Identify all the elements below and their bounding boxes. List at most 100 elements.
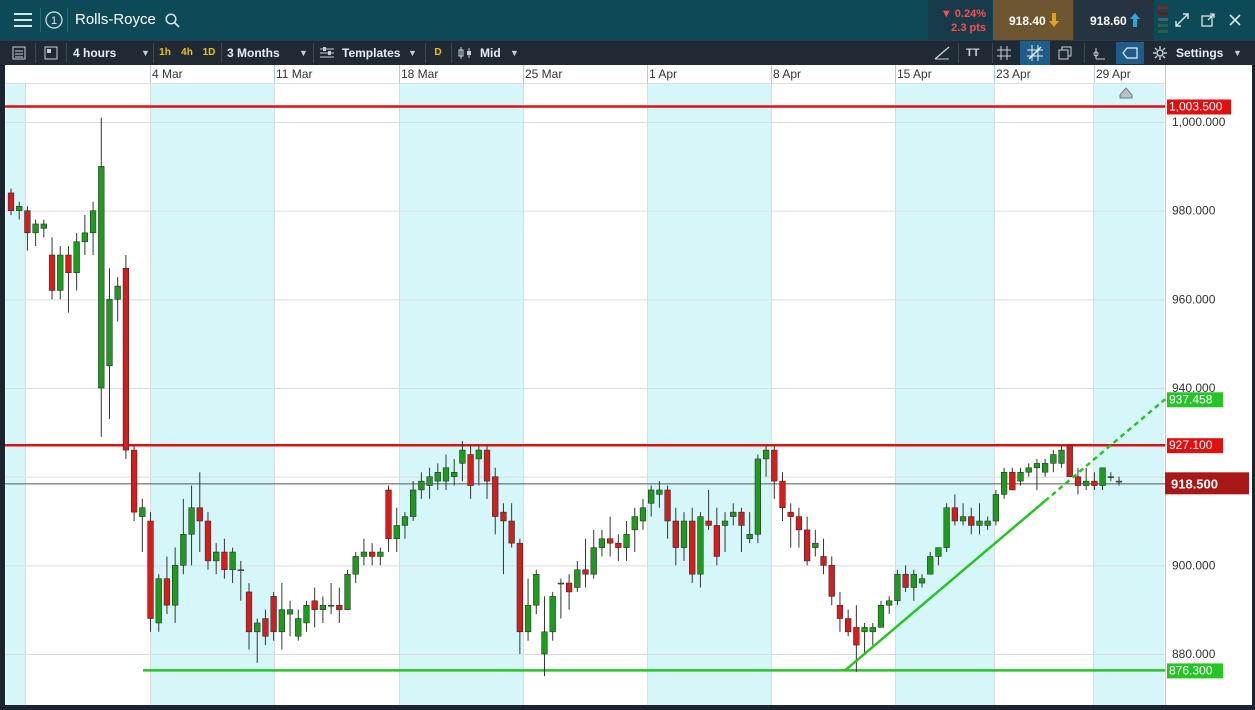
- crosshair-icon: [1027, 45, 1043, 61]
- candle-body: [303, 604, 310, 624]
- chart-toolbar: 4 hours ▼ 1h 4h 1D 3 Months ▼ Templates …: [0, 40, 1255, 66]
- candle-body: [1083, 480, 1090, 486]
- list-view-icon[interactable]: [12, 41, 30, 65]
- timeframe-1d-button[interactable]: 1D: [200, 44, 218, 62]
- candle-body: [344, 573, 351, 610]
- candle-body: [1009, 471, 1016, 491]
- info-icon[interactable]: 1: [44, 0, 64, 40]
- buy-price-button[interactable]: 918.60: [1074, 0, 1154, 40]
- candle-body: [434, 471, 441, 482]
- candle-body: [204, 520, 212, 562]
- range-dropdown[interactable]: 3 Months ▼: [227, 41, 312, 65]
- candle-body: [163, 578, 171, 606]
- candle-body: [57, 254, 64, 291]
- expand-icon[interactable]: [1172, 0, 1192, 40]
- candle-body: [910, 573, 917, 588]
- price-mode-value: Mid: [480, 46, 501, 60]
- candle-body: [623, 534, 630, 548]
- toolbar-divider: [451, 43, 452, 63]
- layout-icon[interactable]: [44, 41, 62, 65]
- candle-body: [65, 254, 72, 273]
- candle-body: [557, 582, 565, 585]
- candle-body: [902, 573, 909, 588]
- candle-body: [1107, 476, 1114, 478]
- candle-body: [689, 520, 696, 575]
- candle-body: [221, 551, 228, 571]
- settings-button[interactable]: Settings ▼: [1153, 41, 1248, 65]
- session-band: [6, 65, 25, 705]
- candle-body: [40, 223, 47, 229]
- templates-dropdown[interactable]: Templates ▼: [320, 41, 420, 65]
- candle-body: [886, 600, 893, 606]
- candle-body: [106, 299, 113, 367]
- y-tick-label: 960.000: [1172, 292, 1216, 306]
- toolbar-divider: [1084, 43, 1085, 63]
- header-divider: [40, 8, 41, 32]
- d-badge[interactable]: D: [431, 44, 445, 62]
- grid-icon[interactable]: [997, 41, 1015, 65]
- candle-body: [697, 516, 704, 575]
- candle-body: [1025, 467, 1032, 473]
- toolbar-divider: [153, 43, 154, 63]
- search-icon[interactable]: [163, 0, 181, 40]
- candle-body: [295, 618, 302, 637]
- candle-body: [213, 551, 220, 562]
- candle-body: [483, 449, 491, 482]
- copy-icon[interactable]: [1058, 41, 1078, 65]
- candle-body: [598, 538, 606, 548]
- candle-body: [122, 268, 130, 451]
- draw-line-icon[interactable]: [934, 41, 952, 65]
- price-change-box: ▼ 0.24% 2.3 pts: [928, 0, 992, 40]
- candle-body: [327, 604, 335, 607]
- templates-label: Templates: [342, 46, 401, 60]
- candle-body: [155, 578, 162, 624]
- candle-body: [615, 542, 622, 548]
- candle-body: [648, 489, 655, 504]
- candle-body: [1074, 476, 1082, 486]
- candle-body: [377, 551, 384, 557]
- candle-body: [951, 507, 958, 522]
- candle-body: [89, 210, 97, 234]
- candle-body: [130, 449, 138, 513]
- candle-body: [524, 604, 532, 633]
- candle-body: [188, 507, 195, 535]
- candle-body: [451, 471, 458, 477]
- session-band: [150, 65, 274, 705]
- hamburger-menu-icon[interactable]: [6, 0, 40, 40]
- chevron-down-icon: ▼: [299, 48, 308, 58]
- session-band: [1093, 65, 1164, 705]
- ruler-icon[interactable]: [1092, 41, 1110, 65]
- price-chart[interactable]: 4 Mar 11 Mar 18 Mar 25 Mar 1 Apr 8 Apr 15 Apr 2…: [5, 65, 1252, 705]
- chart-canvas[interactable]: 4 Mar 11 Mar 18 Mar 25 Mar 1 Apr 8 Apr 15 Apr 2…: [5, 65, 1252, 705]
- instrument-title[interactable]: Rolls-Royce: [75, 11, 156, 28]
- candle-body: [705, 520, 712, 526]
- candle-body: [360, 551, 368, 557]
- candle-body: [803, 529, 811, 562]
- sell-price-button[interactable]: 918.40: [993, 0, 1073, 40]
- close-icon[interactable]: [1224, 0, 1246, 40]
- session-band: [895, 65, 994, 705]
- crosshair-tool-button[interactable]: [1020, 41, 1050, 65]
- candle-body: [500, 511, 507, 522]
- settings-label: Settings: [1176, 46, 1224, 60]
- candle-body: [336, 604, 343, 610]
- candle-body: [369, 551, 376, 557]
- price-mode-dropdown[interactable]: Mid ▼: [458, 41, 528, 65]
- candle-body: [16, 205, 23, 211]
- candle-body: [1050, 454, 1057, 464]
- candle-body: [442, 467, 450, 482]
- candle-body: [1017, 471, 1024, 482]
- timeframe-4h-button[interactable]: 4h: [178, 44, 196, 62]
- label-tool-button[interactable]: [1116, 42, 1144, 64]
- candle-body: [762, 449, 770, 460]
- candle-body: [237, 569, 244, 572]
- x-tick-label: 15 Apr: [897, 67, 932, 81]
- timeframe-1h-button[interactable]: 1h: [157, 44, 173, 62]
- text-tool-button[interactable]: TT: [966, 41, 988, 65]
- depth-bars-icon[interactable]: [1156, 4, 1170, 36]
- interval-dropdown[interactable]: 4 hours ▼: [73, 41, 153, 65]
- header-divider: [67, 8, 68, 32]
- toolbar-divider: [958, 43, 959, 63]
- popout-icon[interactable]: [1198, 0, 1218, 40]
- candle-body: [352, 556, 359, 575]
